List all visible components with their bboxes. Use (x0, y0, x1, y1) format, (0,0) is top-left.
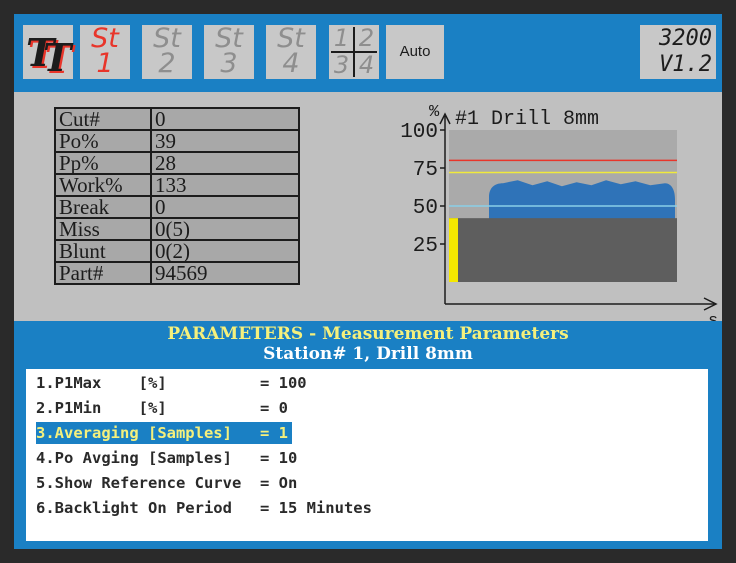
tab-number: 1 (96, 48, 114, 79)
power-chart: 100 75 50 25% #1 Drill 8mm s (400, 103, 718, 321)
y-tick-label: 50 (413, 197, 438, 220)
firmware-version: V1.2 (659, 52, 712, 77)
parameter-row[interactable]: 5.Show Reference Curve = On (36, 472, 297, 494)
stat-row: Miss 0(5) (54, 217, 300, 241)
logo-letter-2: T (43, 35, 72, 80)
parameter-list: 1.P1Max [%] = 100 2.P1Min [%] = 0 3.Averag… (26, 369, 708, 541)
stat-label: Pp% (54, 151, 152, 175)
tab-number: 4 (282, 48, 300, 79)
stat-value: 0(5) (150, 217, 300, 241)
stats-table: Cut# 0 Po% 39 Pp% 28 Work% 133 Break 0 Miss 0(… (54, 107, 300, 285)
stat-row: Break 0 (54, 195, 300, 219)
tab-station-1[interactable]: St 1 (80, 25, 130, 79)
stat-value: 94569 (150, 261, 300, 285)
y-tick-label: 25 (413, 235, 438, 258)
stat-label: Break (54, 195, 152, 219)
stat-row: Cut# 0 (54, 107, 300, 131)
panel-subtitle: Station# 1, Drill 8mm (263, 344, 473, 364)
stat-label: Miss (54, 217, 152, 241)
tab-station-3[interactable]: St 3 (204, 25, 254, 79)
tab-station-4[interactable]: St 4 (266, 25, 316, 79)
stat-value: 0(2) (150, 239, 300, 263)
parameter-row[interactable]: 1.P1Max [%] = 100 (36, 372, 307, 394)
device-frame: T T St 1 St 2 St 3 St 4 1 2 3 4 Auto 320… (0, 0, 736, 563)
stat-value: 28 (150, 151, 300, 175)
parameter-row[interactable]: 4.Po Avging [Samples] = 10 (36, 447, 297, 469)
stat-row: Work% 133 (54, 173, 300, 197)
stat-row: Blunt 0(2) (54, 239, 300, 263)
stat-row: Pp% 28 (54, 151, 300, 175)
tab-number: 2 (158, 48, 176, 79)
stat-value: 0 (150, 107, 300, 131)
stat-label: Po% (54, 129, 152, 153)
stat-label: Blunt (54, 239, 152, 263)
quad-divider-h (331, 51, 377, 53)
quad-1: 1 (333, 24, 350, 52)
stat-label: Part# (54, 261, 152, 285)
tab-station-2[interactable]: St 2 (142, 25, 192, 79)
display-screen: T T St 1 St 2 St 3 St 4 1 2 3 4 Auto 320… (14, 14, 722, 549)
stat-value: 0 (150, 195, 300, 219)
power-fill (449, 218, 677, 282)
parameter-row[interactable]: 3.Averaging [Samples] = 1 (36, 422, 292, 444)
x-axis-unit: s (708, 312, 718, 321)
parameters-panel: PARAMETERS - Measurement Parameters Stat… (14, 321, 722, 549)
stat-row: Po% 39 (54, 129, 300, 153)
stat-value: 133 (150, 173, 300, 197)
quad-3: 3 (333, 51, 350, 79)
top-bar: T T St 1 St 2 St 3 St 4 1 2 3 4 Auto 320… (14, 14, 722, 92)
y-tick-label: 75 (413, 159, 438, 182)
y-tick-label: 100 (400, 121, 438, 144)
all-stations-button[interactable]: 1 2 3 4 (329, 25, 379, 79)
stat-row: Part# 94569 (54, 261, 300, 285)
brand-logo: T T (23, 25, 73, 79)
monitor-area: Cut# 0 Po% 39 Pp% 28 Work% 133 Break 0 Miss 0(… (14, 92, 722, 321)
panel-title: PARAMETERS - Measurement Parameters (167, 324, 569, 344)
stat-label: Work% (54, 173, 152, 197)
auto-button[interactable]: Auto (386, 25, 444, 79)
version-box: 3200 V1.2 (640, 25, 716, 79)
stat-label: Cut# (54, 107, 152, 131)
tab-number: 3 (220, 48, 238, 79)
parameter-row[interactable]: 2.P1Min [%] = 0 (36, 397, 288, 419)
quad-2: 2 (358, 24, 375, 52)
y-axis-unit: % (429, 103, 440, 122)
model-number: 3200 (659, 26, 712, 51)
current-level-bar (449, 218, 458, 282)
chart-title: #1 Drill 8mm (455, 108, 599, 131)
parameter-row[interactable]: 6.Backlight On Period = 15 Minutes (36, 497, 372, 519)
quad-4: 4 (358, 51, 375, 79)
stat-value: 39 (150, 129, 300, 153)
